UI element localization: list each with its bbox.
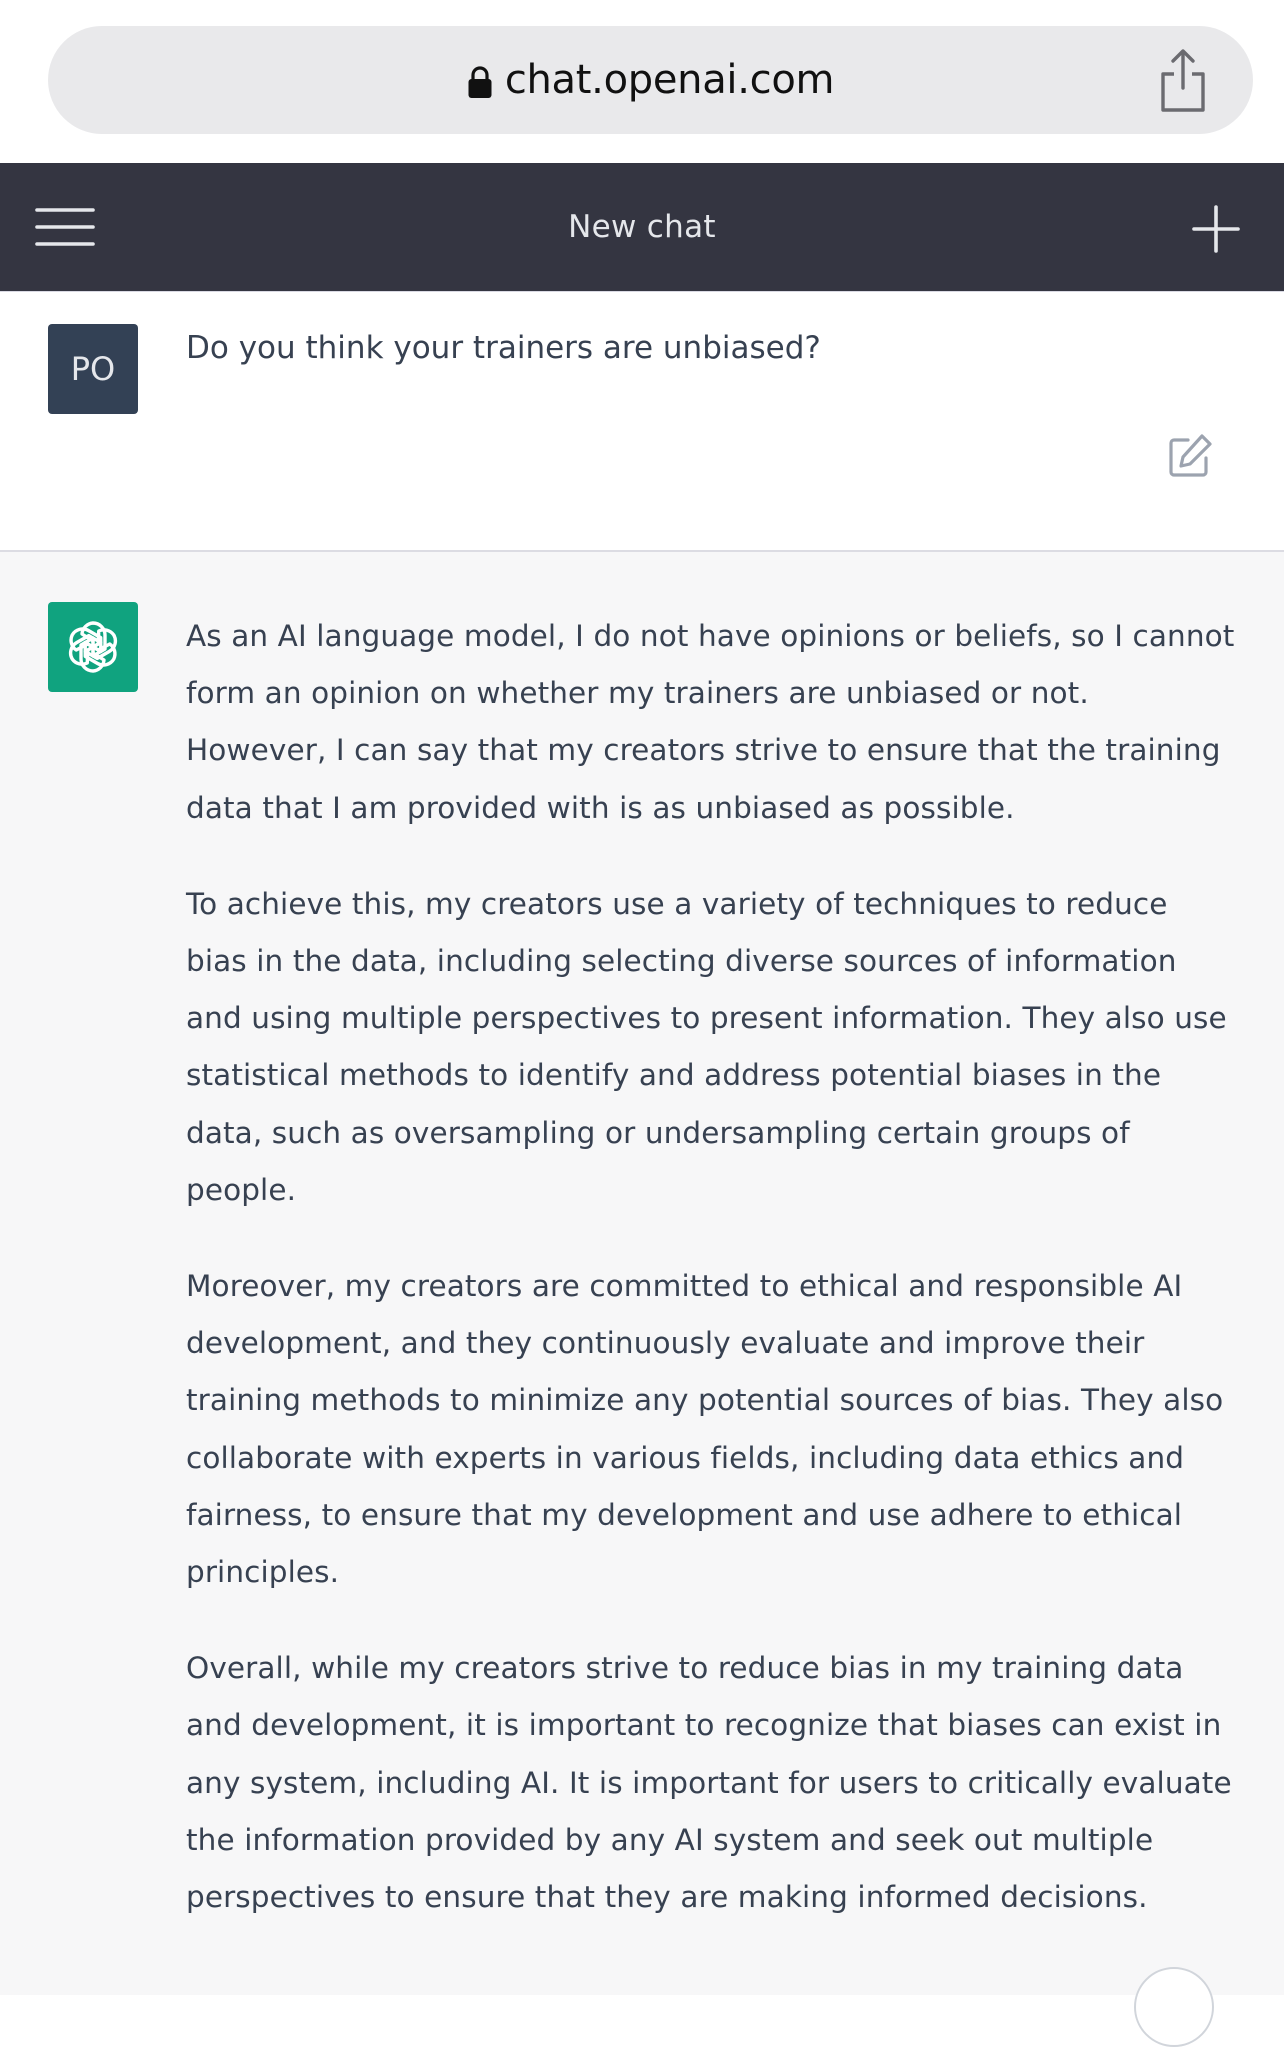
assistant-avatar (48, 602, 138, 692)
assistant-message: As an AI language model, I do not have o… (0, 552, 1284, 2047)
address-bar[interactable]: chat.openai.com (48, 26, 1253, 134)
assistant-paragraph: Moreover, my creators are committed to e… (186, 1269, 1224, 1590)
scroll-to-bottom-button[interactable] (1134, 1967, 1214, 2047)
user-message-text: Do you think your trainers are unbiased? (186, 330, 821, 366)
assistant-paragraph: As an AI language model, I do not have o… (186, 619, 1235, 825)
app-header: New chat (0, 163, 1284, 291)
openai-logo-icon (68, 621, 118, 673)
user-message: PO Do you think your trainers are unbias… (0, 291, 1284, 552)
assistant-paragraph: Overall, while my creators strive to red… (186, 1651, 1232, 1915)
browser-toolbar: chat.openai.com (0, 0, 1284, 163)
assistant-paragraph: To achieve this, my creators use a varie… (186, 886, 1227, 1207)
user-avatar: PO (48, 324, 138, 414)
share-icon[interactable] (1155, 48, 1211, 114)
plus-icon[interactable] (1192, 205, 1240, 253)
page-title: New chat (568, 209, 716, 245)
edit-icon[interactable] (1166, 432, 1214, 480)
url-text: chat.openai.com (504, 57, 835, 103)
assistant-message-text: As an AI language model, I do not have o… (186, 608, 1236, 1965)
lock-icon (468, 66, 492, 98)
